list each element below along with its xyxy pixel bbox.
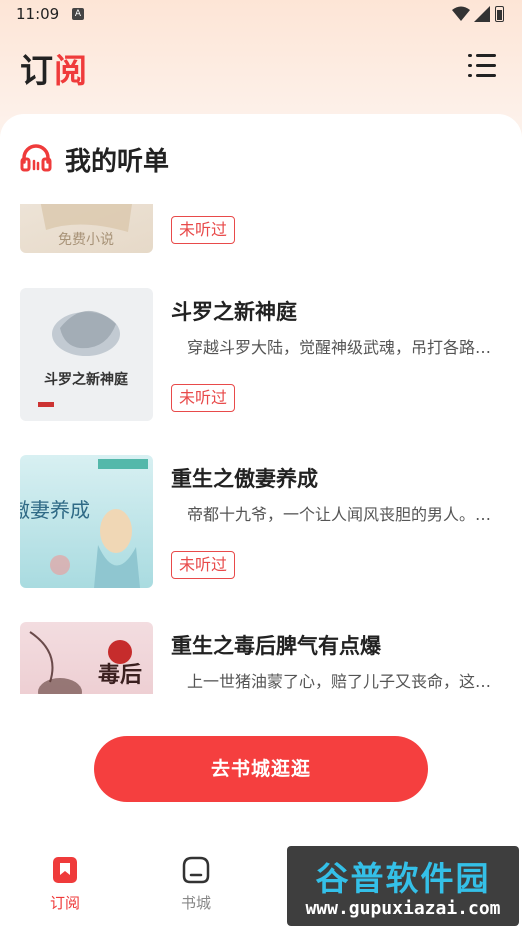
list-item[interactable]: 毒后 重生之毒后脾气有点爆 上一世猪油蒙了心，赔了儿子又丧命，这…	[0, 622, 522, 694]
home-icon	[182, 856, 210, 884]
battery-icon	[495, 6, 504, 22]
watermark-title: 谷普软件园	[315, 859, 491, 898]
nav-subscribe-label: 订阅	[49, 894, 80, 912]
book-cover: 斗罗之新神庭	[20, 288, 153, 421]
book-cover-text: 免费小说	[58, 232, 114, 248]
book-cover: 免费小说	[20, 204, 153, 253]
nav-subscribe[interactable]: 订阅	[25, 856, 105, 913]
nav-bookstore[interactable]: 书城	[156, 856, 236, 913]
unheard-tag: 未听过	[171, 216, 235, 244]
watermark: 谷普软件园 www.gupuxiazai.com	[287, 846, 519, 926]
notification-badge: A	[72, 8, 84, 20]
book-cover: 毒后	[20, 622, 153, 694]
signal-icon	[474, 6, 490, 22]
book-list[interactable]: 免费小说 未听过 斗罗之新神庭 斗罗之新神庭 穿越斗罗大陆，觉醒神级武魂，吊打各…	[0, 204, 522, 694]
listen-list-card: 我的听单 免费小说 未听过 斗罗之新神庭 斗罗之新神庭 穿越斗罗大陆，觉醒神级武…	[0, 114, 522, 844]
list-item[interactable]: 免费小说 未听过	[0, 204, 522, 254]
list-item[interactable]: 傲妻养成 重生之傲妻养成 帝都十九爷，一个让人闻风丧胆的男人。… 未听过	[0, 455, 522, 589]
page-title: 订阅	[20, 44, 88, 92]
unheard-tag: 未听过	[171, 384, 235, 412]
book-description: 上一世猪油蒙了心，赔了儿子又丧命，这…	[187, 672, 492, 691]
watermark-url: www.gupuxiazai.com	[305, 898, 501, 919]
book-cover-text: 傲妻养成	[20, 498, 90, 522]
go-to-bookstore-button[interactable]: 去书城逛逛	[94, 736, 428, 802]
book-title: 重生之毒后脾气有点爆	[171, 634, 381, 658]
book-description: 帝都十九爷，一个让人闻风丧胆的男人。…	[187, 505, 492, 524]
list-title: 我的听单	[65, 147, 170, 177]
book-title: 斗罗之新神庭	[171, 300, 297, 324]
headphone-icon	[20, 144, 52, 172]
nav-bookstore-label: 书城	[180, 894, 211, 912]
book-cover-text: 毒后	[98, 662, 142, 688]
book-title: 重生之傲妻养成	[171, 467, 318, 491]
bookmark-icon	[53, 857, 77, 883]
page-title-part1: 订	[20, 51, 54, 90]
book-cover: 傲妻养成	[20, 455, 153, 588]
unheard-tag: 未听过	[171, 551, 235, 579]
status-time: 11:09	[16, 5, 60, 23]
book-description: 穿越斗罗大陆，觉醒神级武魂，吊打各路…	[187, 338, 492, 357]
status-bar: 11:09 A	[0, 0, 522, 30]
list-menu-button[interactable]	[468, 54, 496, 78]
page-title-part2: 阅	[54, 51, 88, 90]
list-item[interactable]: 斗罗之新神庭 斗罗之新神庭 穿越斗罗大陆，觉醒神级武魂，吊打各路… 未听过	[0, 288, 522, 422]
wifi-icon	[452, 6, 470, 21]
book-cover-text: 斗罗之新神庭	[44, 371, 129, 388]
